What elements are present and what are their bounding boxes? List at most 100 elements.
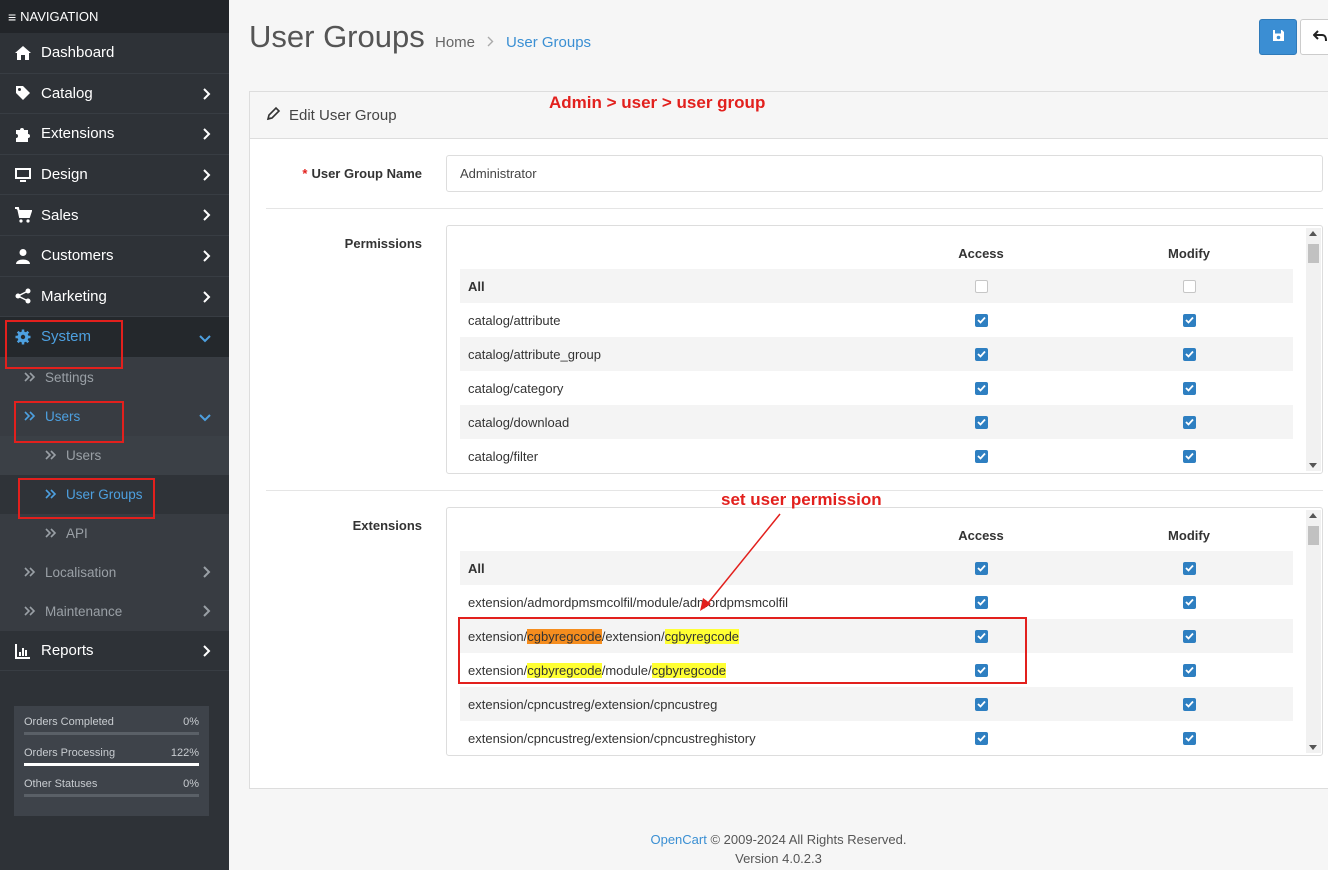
user-group-name-label-text: User Group Name <box>311 166 422 181</box>
checkbox-checked[interactable] <box>974 731 988 745</box>
sidebar-item-maintenance[interactable]: Maintenance <box>0 592 229 631</box>
pencil-icon <box>266 106 281 125</box>
sidebar-item-label: API <box>66 525 88 541</box>
scroll-thumb[interactable] <box>1308 244 1319 263</box>
order-stats-panel: Orders Completed 0% Orders Processing 122%… <box>14 706 209 816</box>
table-header: Access Modify <box>460 508 1293 551</box>
check-icon <box>976 384 986 392</box>
sidebar-item-label: Extensions <box>41 125 115 143</box>
sidebar-item-label: Reports <box>41 642 94 660</box>
chevron-right-icon <box>203 566 211 581</box>
checkbox-checked[interactable] <box>974 449 988 463</box>
sidebar-item-label: Sales <box>41 206 79 224</box>
breadcrumb-home[interactable]: Home <box>435 34 475 51</box>
breadcrumb: Home User Groups <box>435 34 591 51</box>
checkbox-checked[interactable] <box>974 595 988 609</box>
reply-icon <box>1312 29 1327 45</box>
chevron-right-icon <box>203 249 211 266</box>
scroll-thumb[interactable] <box>1308 526 1319 545</box>
scroll-up-icon[interactable] <box>1309 513 1317 518</box>
sidebar-item-localisation[interactable]: Localisation <box>0 553 229 592</box>
check-icon <box>1184 384 1194 392</box>
check-icon <box>976 734 986 742</box>
sidebar-item-customers[interactable]: Customers <box>0 236 229 277</box>
annotation-breadcrumb-note: Admin > user > user group <box>549 93 766 112</box>
permission-name: extension/cpncustreg/extension/cpncustre… <box>468 696 718 712</box>
annotation-arrow-icon <box>700 513 781 611</box>
card-title: Edit User Group <box>289 106 397 124</box>
check-icon <box>1184 598 1194 606</box>
checkbox-checked[interactable] <box>1182 663 1196 677</box>
checkbox-checked[interactable] <box>974 347 988 361</box>
checkbox-checked[interactable] <box>974 697 988 711</box>
checkbox-checked[interactable] <box>1182 381 1196 395</box>
check-icon <box>976 452 986 460</box>
checkbox-checked[interactable] <box>974 381 988 395</box>
annotation-box-user-groups <box>18 478 155 519</box>
checkbox-checked[interactable] <box>1182 629 1196 643</box>
sidebar-item-marketing[interactable]: Marketing <box>0 277 229 318</box>
chevron-right-icon <box>203 605 211 620</box>
navigation-header[interactable]: ≡ NAVIGATION <box>0 0 229 33</box>
sidebar-item-catalog[interactable]: Catalog <box>0 74 229 115</box>
scrollbar[interactable] <box>1306 510 1321 753</box>
user-icon <box>13 247 33 265</box>
chevron-right-icon <box>487 36 494 50</box>
sidebar-item-extensions[interactable]: Extensions <box>0 114 229 155</box>
save-button[interactable] <box>1259 19 1297 55</box>
sidebar-item-label: Maintenance <box>45 603 123 619</box>
sidebar-item-sales[interactable]: Sales <box>0 195 229 236</box>
scroll-down-icon[interactable] <box>1309 463 1317 468</box>
checkbox-checked[interactable] <box>1182 561 1196 575</box>
user-group-name-input[interactable]: Administrator <box>446 155 1323 192</box>
modify-header: Modify <box>1168 246 1210 261</box>
sidebar-item-api[interactable]: API <box>0 514 229 553</box>
scrollbar[interactable] <box>1306 228 1321 471</box>
checkbox-checked[interactable] <box>974 561 988 575</box>
progress-fill <box>24 763 199 766</box>
chevron-down-icon <box>199 330 211 347</box>
bar-chart-icon <box>13 642 33 660</box>
checkbox-checked[interactable] <box>1182 347 1196 361</box>
permission-name: catalog/attribute <box>468 312 561 328</box>
stat-label: Orders Completed <box>24 716 114 728</box>
sidebar-item-design[interactable]: Design <box>0 155 229 196</box>
checkbox-unchecked[interactable] <box>974 279 988 293</box>
checkbox-checked[interactable] <box>1182 415 1196 429</box>
scroll-down-icon[interactable] <box>1309 745 1317 750</box>
breadcrumb-user-groups[interactable]: User Groups <box>506 34 591 51</box>
permission-name: extension/cpncustreg/extension/cpncustre… <box>468 730 756 746</box>
table-header: Access Modify <box>460 226 1293 269</box>
sidebar-item-label: Customers <box>41 247 114 265</box>
sidebar-item-label: Settings <box>45 369 94 385</box>
opencart-link[interactable]: OpenCart <box>650 832 706 847</box>
sidebar-item-reports[interactable]: Reports <box>0 631 229 672</box>
scroll-up-icon[interactable] <box>1309 231 1317 236</box>
checkbox-checked[interactable] <box>1182 449 1196 463</box>
table-row: All <box>460 551 1293 585</box>
checkbox-checked[interactable] <box>1182 313 1196 327</box>
version-text: Version 4.0.2.3 <box>735 851 822 866</box>
chevron-right-icon <box>203 168 211 185</box>
copyright-text: © 2009-2024 All Rights Reserved. <box>706 832 907 847</box>
permissions-list[interactable]: Access Modify All catalog/attribute catalo… <box>446 225 1323 474</box>
tag-icon <box>13 84 33 102</box>
checkbox-checked[interactable] <box>1182 595 1196 609</box>
modify-header: Modify <box>1168 528 1210 543</box>
navigation-header-label: NAVIGATION <box>20 9 99 24</box>
check-icon <box>1184 734 1194 742</box>
checkbox-checked[interactable] <box>974 313 988 327</box>
table-row: catalog/attribute <box>460 303 1293 337</box>
checkbox-checked[interactable] <box>974 415 988 429</box>
sidebar-item-dashboard[interactable]: Dashboard <box>0 33 229 74</box>
home-icon <box>13 44 33 62</box>
stat-label: Other Statuses <box>24 778 98 790</box>
access-header: Access <box>958 528 1004 543</box>
check-icon <box>976 350 986 358</box>
checkbox-checked[interactable] <box>1182 731 1196 745</box>
checkbox-unchecked[interactable] <box>1182 279 1196 293</box>
back-button[interactable] <box>1300 19 1328 55</box>
check-icon <box>976 418 986 426</box>
save-icon <box>1272 29 1285 45</box>
checkbox-checked[interactable] <box>1182 697 1196 711</box>
